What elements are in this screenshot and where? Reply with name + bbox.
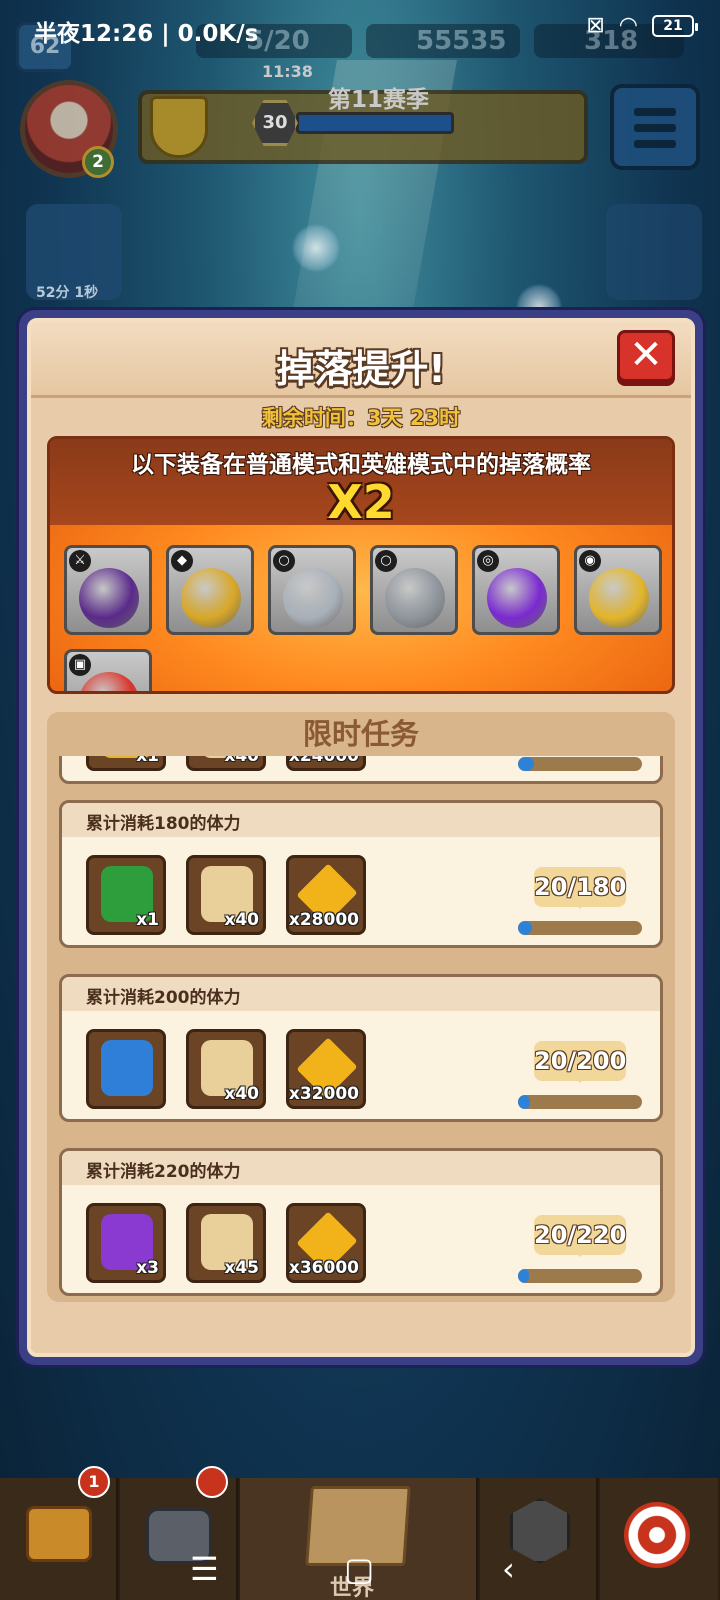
task-progress-label: 20/180 [534, 867, 626, 909]
season-title: 第11赛季 [328, 87, 430, 113]
boost-multiplier: X2 [327, 475, 395, 529]
close-button[interactable]: ✕ [617, 330, 675, 382]
equipment-item-purple-blade[interactable]: ⚔ [64, 545, 152, 635]
modal-header: 掉落提升! ✕ [31, 322, 691, 398]
reward-item[interactable]: x3 [86, 1203, 166, 1283]
task-progress-bar [518, 1095, 642, 1109]
task-card: 累计消耗180的体力 x1 x40 x28000 20/180 [59, 800, 663, 948]
battery-icon: 21 [652, 15, 698, 37]
gem-bracelet-icon [589, 568, 649, 628]
home-icon[interactable]: ▢ [344, 1550, 374, 1588]
task-progress-fill [518, 921, 532, 935]
equipment-item-gem-bracelet[interactable]: ◉ [574, 545, 662, 635]
status-bar: 半夜12:26 | 0.0K/s ⊠ ◠ 21 [0, 0, 720, 54]
reward-quantity: x36000 [288, 1258, 359, 1278]
equipment-type-icon: ○ [375, 550, 397, 572]
task-progress-fill [518, 1095, 531, 1109]
purple-medal-icon [487, 568, 547, 628]
limited-tasks-section: 限时任务 x1x40x2400020/160累计消耗180的体力x1x40x28… [47, 712, 675, 1302]
reward-quantity: x24000 [288, 756, 359, 766]
lion-ring-icon [283, 568, 343, 628]
reward-item[interactable]: x28000 [286, 855, 366, 935]
task-name: 累计消耗220的体力 [86, 1162, 241, 1182]
task-progress-fill [518, 1269, 530, 1283]
red-card-icon [79, 672, 139, 691]
equipment-item-purple-medal[interactable]: ◎ [472, 545, 560, 635]
task-list[interactable]: x1x40x2400020/160累计消耗180的体力x1x40x2800020… [47, 756, 675, 1302]
drop-boost-modal: 掉落提升! ✕ 剩余时间：3天 23时 以下装备在普通模式和英雄模式中的掉落概率… [19, 310, 703, 1365]
avatar-level-badge: 2 [82, 146, 114, 178]
purple-blade-icon [79, 568, 139, 628]
status-time: 半夜12:26 | 0.0K/s [34, 21, 259, 47]
equipment-type-icon: ⚔ [69, 550, 91, 572]
energy-timer: 11:38 [262, 62, 313, 81]
reward-quantity: x40 [224, 756, 259, 766]
recents-icon[interactable]: ☰ [190, 1550, 219, 1588]
reward-item[interactable]: x45 [186, 1203, 266, 1283]
reward-item[interactable]: x40 [186, 1029, 266, 1109]
system-nav-bar: ☰ ▢ ‹ [0, 1540, 720, 1600]
reward-item[interactable]: x40 [186, 756, 266, 771]
reward-quantity: x1 [136, 756, 159, 766]
task-progress-bar [518, 757, 642, 771]
task-progress-label: 20/220 [534, 1215, 626, 1257]
reward-item[interactable]: x24000 [286, 756, 366, 771]
blade-icon [101, 1040, 153, 1096]
equipment-type-icon: ◎ [477, 550, 499, 572]
boost-panel: 以下装备在普通模式和英雄模式中的掉落概率 X2 ⚔ ◆ ○ ○ ◎ ◉ ▣ [47, 436, 675, 694]
remaining-time: 剩余时间：3天 23时 [261, 406, 461, 430]
task-progress-fill [518, 757, 534, 771]
reward-item[interactable]: x36000 [286, 1203, 366, 1283]
reward-item[interactable]: x40 [186, 855, 266, 935]
bubble-orb [292, 224, 340, 272]
equipment-item-wolf-ring[interactable]: ○ [370, 545, 458, 635]
gold-armor-icon [181, 568, 241, 628]
chest-notification-badge: 1 [78, 1466, 110, 1498]
task-progress-label: 20/200 [534, 1041, 626, 1083]
modal-title: 掉落提升! [276, 347, 446, 391]
reward-item[interactable] [86, 1029, 166, 1109]
reward-quantity: x40 [224, 910, 259, 930]
season-progress-bar [296, 112, 454, 134]
reward-item[interactable]: x1 [86, 756, 166, 771]
equipment-item-lion-ring[interactable]: ○ [268, 545, 356, 635]
task-progress-bar [518, 921, 642, 935]
clipboard-icon[interactable] [606, 204, 702, 300]
task-card-timer: 52分 1秒 [36, 285, 99, 301]
equipment-type-icon: ▣ [69, 654, 91, 676]
menu-button[interactable] [610, 84, 700, 170]
equipment-item-red-card[interactable]: ▣ [64, 649, 152, 691]
reward-quantity: x28000 [288, 910, 359, 930]
reward-quantity: x32000 [288, 1084, 359, 1104]
task-card: x1x40x2400020/160 [59, 756, 663, 784]
back-icon[interactable]: ‹ [502, 1550, 515, 1588]
no-sim-icon: ⊠ [586, 13, 605, 38]
armor-notification-badge [196, 1466, 228, 1498]
season-shield-icon [150, 96, 208, 158]
reward-quantity: x1 [136, 910, 159, 930]
boost-description: 以下装备在普通模式和英雄模式中的掉落概率 [131, 452, 591, 478]
reward-quantity: x3 [136, 1258, 159, 1278]
equipment-type-icon: ◉ [579, 550, 601, 572]
equipment-item-gold-armor[interactable]: ◆ [166, 545, 254, 635]
wifi-icon: ◠ [618, 13, 638, 38]
reward-quantity: x45 [224, 1258, 259, 1278]
task-progress-bar [518, 1269, 642, 1283]
wolf-ring-icon [385, 568, 445, 628]
task-name: 累计消耗200的体力 [86, 988, 241, 1008]
tasks-title: 限时任务 [302, 717, 419, 751]
reward-quantity: x40 [224, 1084, 259, 1104]
task-card: 累计消耗220的体力 x3 x45 x36000 20/220 [59, 1148, 663, 1296]
reward-item[interactable]: x32000 [286, 1029, 366, 1109]
reward-item[interactable]: x1 [86, 855, 166, 935]
equipment-type-icon: ◆ [171, 550, 193, 572]
task-card: 累计消耗200的体力 x40 x32000 20/200 [59, 974, 663, 1122]
task-name: 累计消耗180的体力 [86, 814, 241, 834]
equipment-type-icon: ○ [273, 550, 295, 572]
